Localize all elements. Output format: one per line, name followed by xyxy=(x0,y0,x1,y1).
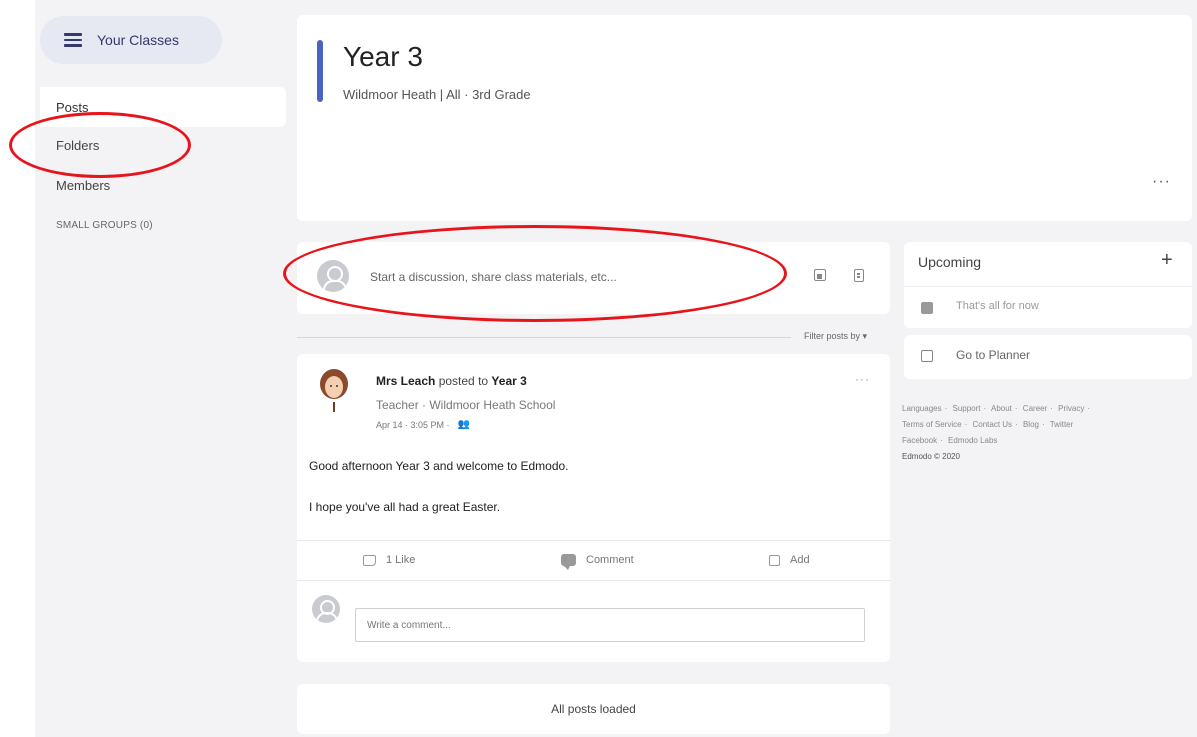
filter-posts-dropdown[interactable]: Filter posts by ▾ xyxy=(804,331,867,342)
footer-copyright: Edmodo © 2020 xyxy=(902,452,960,461)
add-to-planner-button[interactable]: Add xyxy=(769,554,810,566)
post-author[interactable]: Mrs Leach xyxy=(376,374,435,388)
post-date: Apr 14 · 3:05 PM · xyxy=(376,419,450,430)
people-icon: 👥 xyxy=(457,419,470,430)
footer-row: Terms of Service · Contact Us · Blog · Twit… xyxy=(902,420,1074,429)
footer-link-facebook[interactable]: Facebook xyxy=(902,436,937,445)
calendar-icon xyxy=(921,350,933,362)
your-classes-button[interactable]: Your Classes xyxy=(40,16,222,64)
annotation-circle-folders xyxy=(9,112,191,178)
upcoming-empty-text: That's all for now xyxy=(956,300,1039,312)
footer-link-terms[interactable]: Terms of Service xyxy=(902,420,962,429)
footer-link-privacy[interactable]: Privacy xyxy=(1058,404,1084,413)
class-color-bar xyxy=(317,40,323,102)
footer-links: Languages · Support · About · Career · Priva… xyxy=(902,401,1172,465)
sidebar-small-groups[interactable]: SMALL GROUPS (0) xyxy=(56,220,153,231)
comment-label: Comment xyxy=(586,554,634,566)
class-more-icon[interactable]: ··· xyxy=(1152,173,1171,191)
footer-row: Languages · Support · About · Career · Priva… xyxy=(902,404,1091,413)
footer-link-support[interactable]: Support xyxy=(953,404,981,413)
calendar-icon xyxy=(921,302,933,314)
class-subtitle: Wildmoor Heath | All · 3rd Grade xyxy=(343,87,531,102)
your-classes-label: Your Classes xyxy=(97,32,179,48)
footer-link-about[interactable]: About xyxy=(991,404,1012,413)
feed-divider xyxy=(297,337,791,338)
class-title: Year 3 xyxy=(343,41,423,72)
footer-link-twitter[interactable]: Twitter xyxy=(1050,420,1074,429)
footer-row: Facebook · Edmodo Labs xyxy=(902,436,998,445)
post-more-icon[interactable]: ··· xyxy=(855,372,870,386)
teacher-avatar xyxy=(320,369,348,414)
post-header: Mrs Leach posted to Year 3 xyxy=(376,374,527,388)
like-label: 1 Like xyxy=(386,554,416,566)
footer-link-languages[interactable]: Languages xyxy=(902,404,942,413)
post-author-role: Teacher · Wildmoor Heath School xyxy=(376,398,556,412)
footer-link-career[interactable]: Career xyxy=(1023,404,1047,413)
calendar-icon xyxy=(769,554,780,566)
posted-to-text: posted to xyxy=(438,374,489,388)
comment-input[interactable] xyxy=(355,608,865,642)
add-label: Add xyxy=(790,554,810,566)
footer-link-blog[interactable]: Blog xyxy=(1023,420,1039,429)
post-card: Mrs Leach posted to Year 3 Teacher · Wil… xyxy=(297,354,890,662)
image-attach-icon[interactable] xyxy=(814,269,826,281)
post-timestamp: Apr 14 · 3:05 PM · 👥 xyxy=(376,419,470,430)
thumbs-up-icon xyxy=(363,554,376,566)
footer-link-contact[interactable]: Contact Us xyxy=(972,420,1012,429)
sidebar-item-members[interactable]: Members xyxy=(56,178,110,193)
comment-button[interactable]: Comment xyxy=(561,554,634,570)
post-divider xyxy=(297,580,890,581)
go-to-planner-button[interactable]: Go to Planner xyxy=(904,335,1192,379)
comment-icon xyxy=(561,554,576,570)
class-header-card: Year 3 Wildmoor Heath | All · 3rd Grade … xyxy=(297,15,1192,221)
annotation-circle-composer xyxy=(283,225,787,322)
go-to-planner-label: Go to Planner xyxy=(956,348,1031,362)
upcoming-divider xyxy=(904,286,1192,287)
post-body-line: I hope you've all had a great Easter. xyxy=(309,500,501,514)
post-body-line: Good afternoon Year 3 and welcome to Edm… xyxy=(309,459,569,473)
post-divider xyxy=(297,540,890,541)
all-posts-loaded: All posts loaded xyxy=(297,684,890,734)
like-button[interactable]: 1 Like xyxy=(363,554,415,566)
commenter-avatar-icon xyxy=(312,595,340,623)
footer-link-edmodo-labs[interactable]: Edmodo Labs xyxy=(948,436,997,445)
menu-icon xyxy=(64,33,82,47)
upcoming-title: Upcoming xyxy=(918,254,982,270)
file-attach-icon[interactable] xyxy=(854,269,864,282)
add-upcoming-icon[interactable]: + xyxy=(1161,250,1173,270)
post-class-link[interactable]: Year 3 xyxy=(491,374,526,388)
upcoming-card: Upcoming + That's all for now xyxy=(904,242,1192,328)
